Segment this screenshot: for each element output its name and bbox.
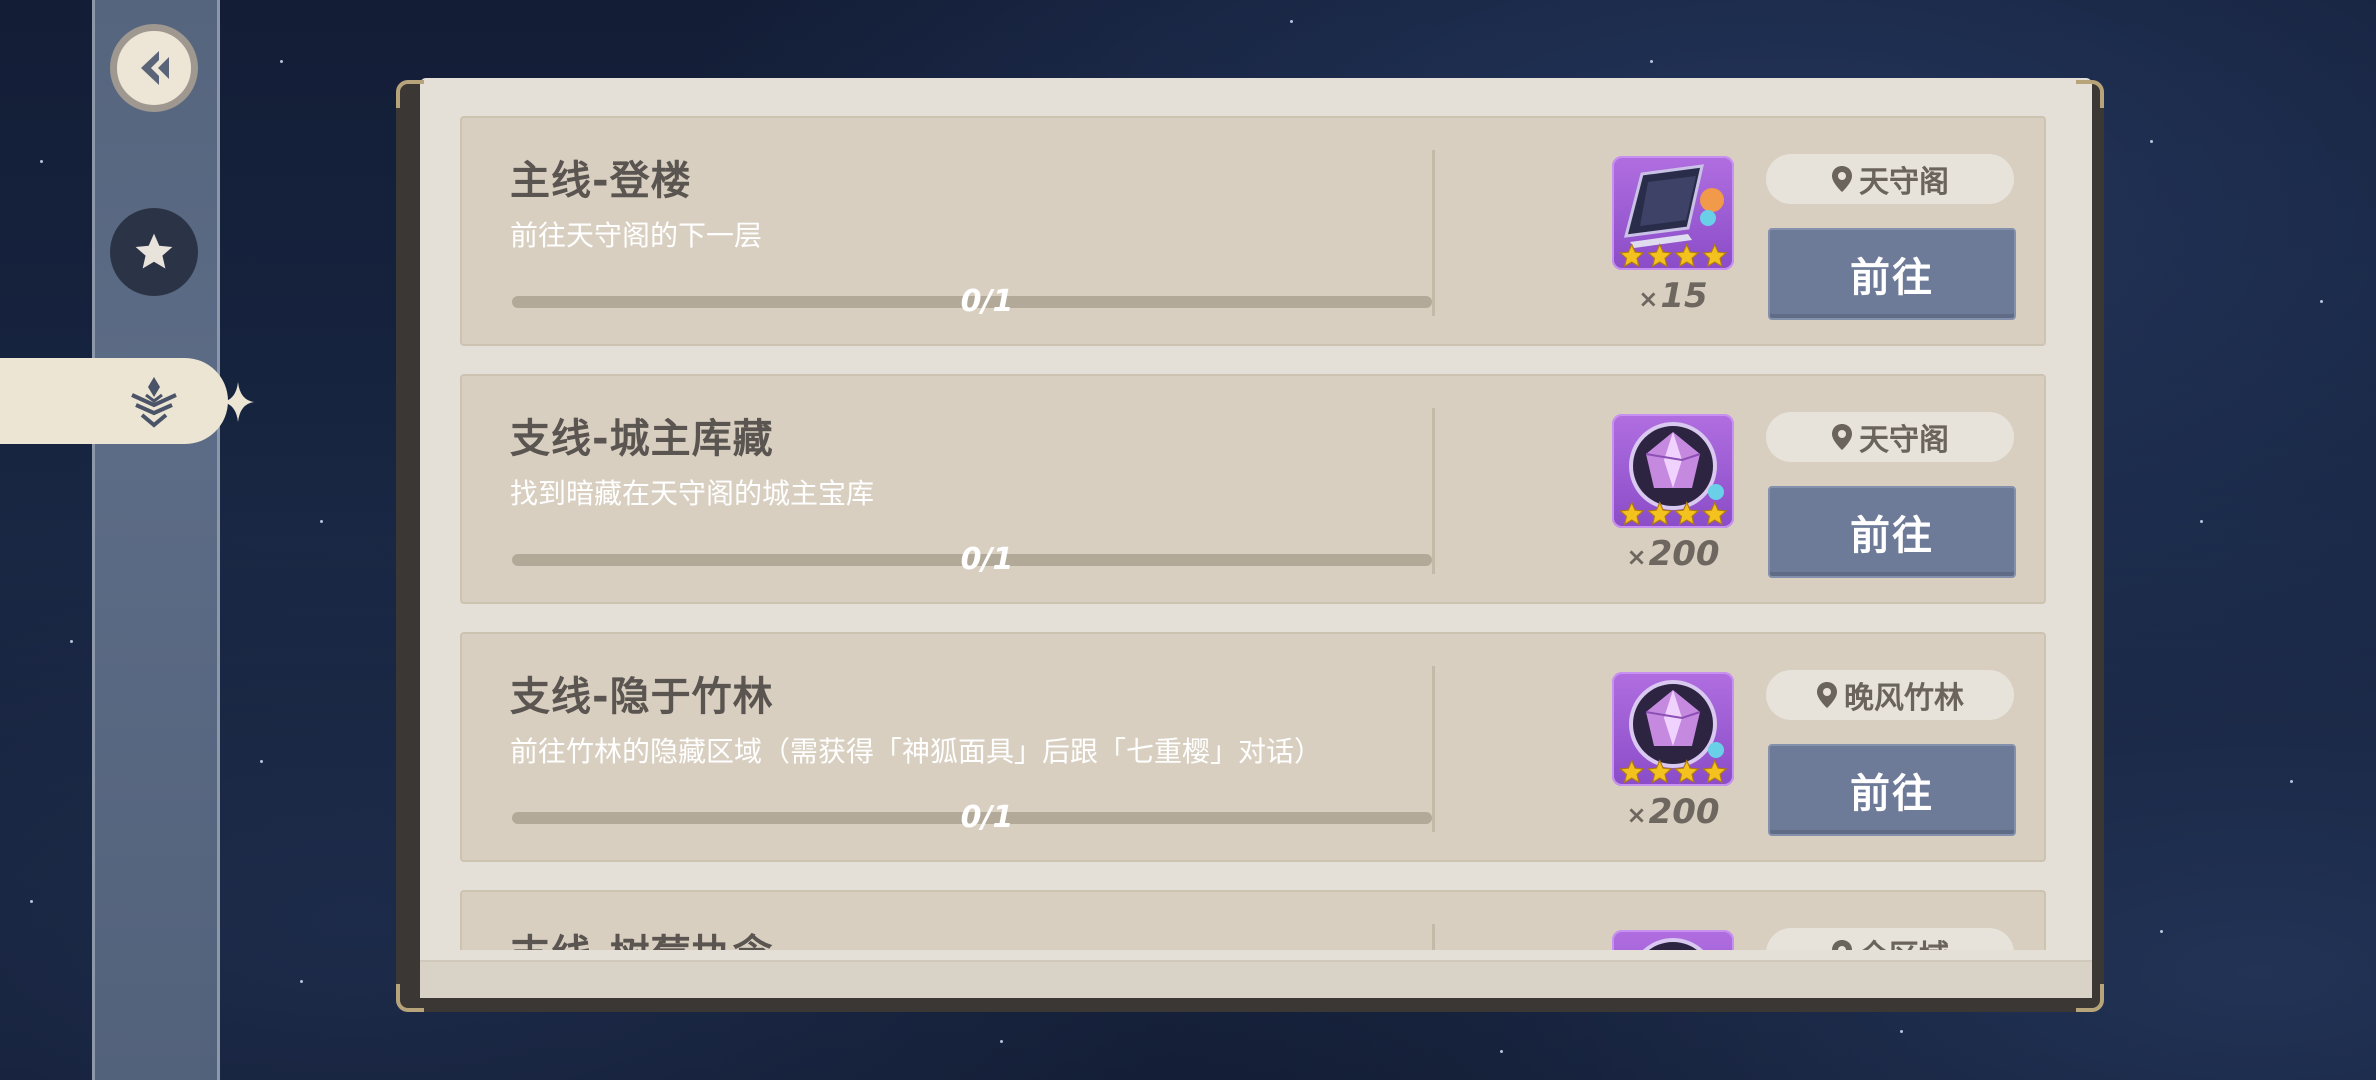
rarity-star-icon [1646,501,1673,526]
frame-corner [2076,80,2104,108]
quest-emblem-icon [131,377,177,428]
location-pin-icon [1832,424,1852,450]
rarity-star-icon [1673,501,1700,526]
location-pin-icon [1832,166,1852,192]
quest-row: 支线-隐于竹林 前往竹林的隐藏区域（需获得「神狐面具」后跟「七重樱」对话） 0/… [460,632,2046,862]
quest-progress-count: 0/1 [960,542,1014,577]
row-divider [1432,666,1435,832]
back-button[interactable] [110,24,198,112]
location-label: 晚风竹林 [1844,681,1964,716]
frame-corner [2076,984,2104,1012]
rarity-star-icon [1673,243,1700,268]
rarity-star-icon [1618,243,1645,268]
reward-rarity-stars [1618,242,1728,270]
frame-corner [396,984,424,1012]
rarity-star-icon [1646,759,1673,784]
rarity-star-icon [1701,759,1728,784]
row-divider [1432,408,1435,574]
quest-title: 支线-城主库藏 [510,416,774,462]
rarity-star-icon [1701,243,1728,268]
go-button[interactable]: 前往 [1768,486,2016,578]
reward-quantity: ×15 [1638,276,1708,316]
location-label: 全区域 [1859,931,1949,950]
location-label: 天守阁 [1859,423,1949,458]
go-button[interactable]: 前往 [1768,228,2016,320]
location-tag: 天守阁 [1766,412,2014,462]
reward-rarity-stars [1618,500,1728,528]
quest-description: 找到暗藏在天守阁的城主宝库 [510,477,875,510]
quest-title: 支线-隐于竹林 [510,674,774,720]
location-pin-icon [1832,940,1852,950]
location-tag: 天守阁 [1766,154,2014,204]
quest-title: 主线-登楼 [510,158,692,204]
panel-bottom-edge [420,960,2092,998]
back-icon [141,51,169,85]
quest-description: 前往天守阁的下一层 [510,219,763,252]
row-divider [1432,924,1435,950]
frame-corner [396,80,424,108]
location-tag: 全区域 [1766,928,2014,950]
rarity-star-icon [1618,759,1645,784]
reward-rarity-stars [1618,758,1728,786]
location-tag: 晚风竹林 [1766,670,2014,720]
crystal-item-icon[interactable] [1612,930,1734,950]
quest-row: 支线-城主库藏 找到暗藏在天守阁的城主宝库 0/1 ×200 天守阁 前往 [460,374,2046,604]
star-icon [135,233,173,269]
quest-progress-count: 0/1 [960,284,1014,319]
sparkle-icon [222,382,254,422]
rarity-star-icon [1618,501,1645,526]
quest-progress-count: 0/1 [960,800,1014,835]
quest-row: 主线-登楼 前往天守阁的下一层 0/1 ×15 天守阁 前往 [460,116,2046,346]
location-pin-icon [1817,682,1837,708]
tab-quests[interactable] [0,358,228,444]
rarity-star-icon [1646,243,1673,268]
reward-quantity: ×200 [1626,534,1720,574]
quest-row: 支线-树莓执念 全区域 [460,890,2046,950]
sidebar-rail [92,0,220,1080]
row-divider [1432,150,1435,316]
quest-list[interactable]: 主线-登楼 前往天守阁的下一层 0/1 ×15 天守阁 前往 支线-城主库藏 找… [458,116,2050,950]
location-label: 天守阁 [1859,165,1949,200]
rarity-star-icon [1701,501,1728,526]
go-button[interactable]: 前往 [1768,744,2016,836]
quest-description: 前往竹林的隐藏区域（需获得「神狐面具」后跟「七重樱」对话） [510,735,1323,768]
rarity-star-icon [1673,759,1700,784]
favorites-button[interactable] [110,208,198,296]
reward-quantity: ×200 [1626,792,1720,832]
quest-title: 支线-树莓执念 [510,922,774,950]
